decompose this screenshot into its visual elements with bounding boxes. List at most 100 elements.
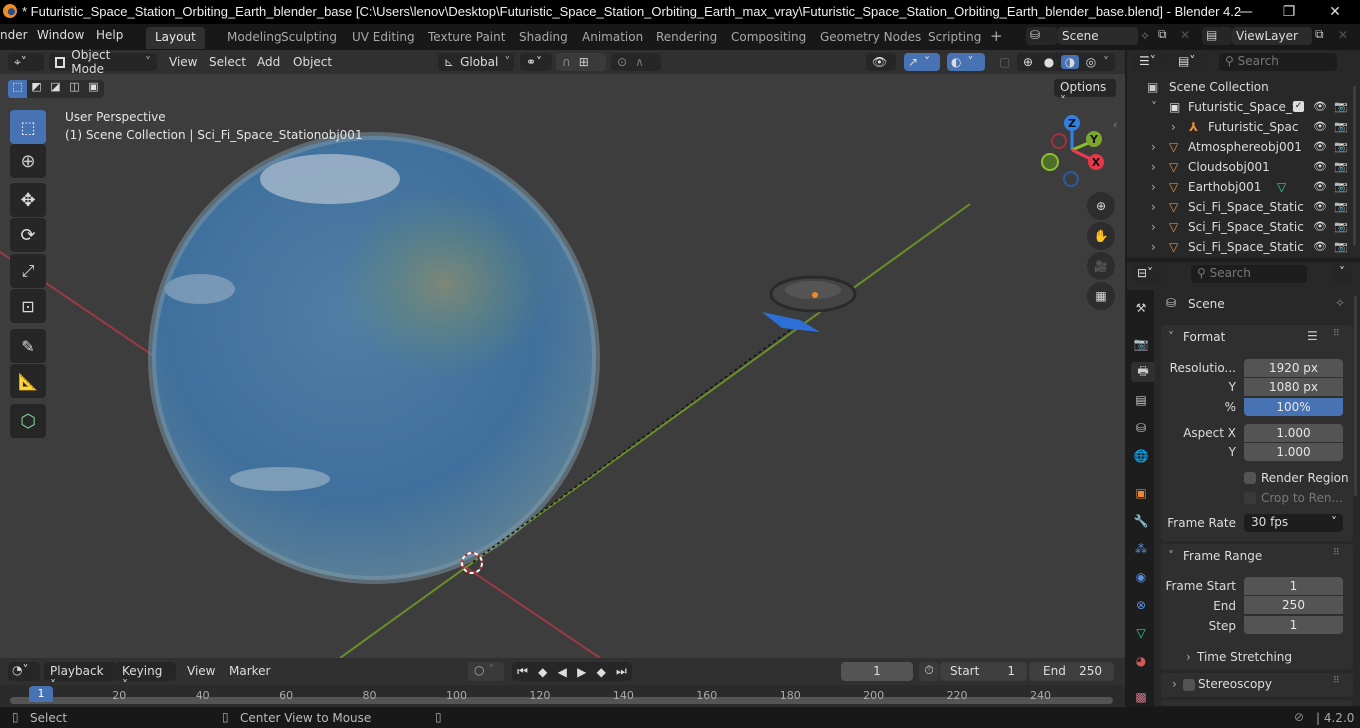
expand-chevron-icon[interactable]: › (1151, 220, 1156, 234)
render-tab-icon[interactable]: 📷 (1131, 334, 1151, 354)
expand-chevron-icon[interactable]: › (1151, 140, 1156, 154)
keying-menu[interactable]: Keying ˅ (116, 662, 176, 692)
jump-start-icon[interactable]: ⏮ (517, 664, 528, 679)
expand-chevron-icon[interactable]: › (1151, 180, 1156, 194)
menu-help[interactable]: Help (96, 28, 123, 42)
frame-start-field[interactable]: 1 (1244, 577, 1343, 595)
stereoscopy-checkbox[interactable] (1183, 679, 1195, 691)
camera-view-button[interactable]: 🎥 (1087, 252, 1115, 280)
menu-select[interactable]: Select (209, 55, 246, 69)
eye-icon[interactable]: 👁 (1313, 240, 1327, 253)
outliner-search-input[interactable]: ⚲ Search (1219, 53, 1337, 71)
eye-icon[interactable]: 👁 (1313, 160, 1327, 173)
tool-move[interactable]: ✥ (10, 183, 46, 217)
outliner-row[interactable]: › ▽ Sci_Fi_Space_Static 👁 📷 (1127, 237, 1360, 257)
current-frame-field[interactable]: 1 (841, 662, 913, 681)
outliner-row[interactable]: › ▽ Atmosphereobj001 👁 📷 (1127, 137, 1360, 157)
time-stretching-expand-icon[interactable]: › (1186, 650, 1191, 664)
sidebar-toggle-icon[interactable]: ‹ (1113, 118, 1117, 131)
visibility-selectability-dropdown[interactable]: 👁 (866, 53, 896, 71)
delete-scene-icon[interactable]: ✕ (1180, 28, 1190, 42)
physics-tab-icon[interactable]: ◉ (1131, 567, 1151, 587)
view-layer-selector[interactable]: ▤ (1202, 27, 1232, 45)
expand-chevron-icon[interactable]: › (1171, 120, 1176, 134)
properties-scrollbar[interactable] (1354, 296, 1357, 496)
eye-icon[interactable]: 👁 (1313, 100, 1327, 113)
playback-menu[interactable]: Playback ˅ (44, 662, 116, 692)
zoom-button[interactable]: ⊕ (1087, 192, 1115, 220)
scene-selector[interactable]: ⛁ (1026, 27, 1058, 45)
end-frame-field[interactable]: End 250 (1029, 662, 1114, 681)
select-invert-icon[interactable]: ◫ (65, 80, 84, 98)
outliner-row[interactable]: ˅ ▣ Futuristic_Space_S ✓ 👁 📷 (1127, 97, 1360, 117)
next-keyframe-icon[interactable]: ◆ (597, 665, 606, 679)
orientation-dropdown[interactable]: ⊾ Global ˅ (438, 53, 514, 71)
view-layer-name-field[interactable]: ViewLayer (1232, 27, 1312, 45)
presets-icon[interactable]: ☰ (1307, 329, 1318, 343)
timeline-marker-menu[interactable]: Marker (229, 664, 270, 678)
properties-editor-type[interactable]: ⊟˅ (1133, 265, 1167, 283)
render-camera-icon[interactable]: 📷 (1334, 240, 1348, 253)
close-button[interactable]: ✕ (1312, 0, 1358, 24)
wireframe-shading-icon[interactable]: ⊕ (1019, 55, 1037, 69)
tab-scripting[interactable]: Scripting (919, 27, 990, 49)
play-icon[interactable]: ▶ (577, 665, 586, 679)
select-extend-icon[interactable]: ◩ (27, 80, 46, 98)
format-collapse-chevron-icon[interactable]: ˅ (1168, 330, 1174, 344)
format-panel-title[interactable]: Format (1183, 330, 1225, 344)
resolution-percent-field[interactable]: 100% (1244, 398, 1343, 416)
tool-measure[interactable]: 📐 (10, 364, 46, 398)
tab-sculpting[interactable]: Sculpting (272, 27, 346, 49)
auto-keying-toggle[interactable]: ○ ˅ (468, 662, 504, 681)
eye-icon[interactable]: 👁 (1313, 200, 1327, 213)
particles-tab-icon[interactable]: ⁂ (1131, 539, 1151, 559)
select-new-icon[interactable]: ⬚ (8, 80, 27, 98)
outliner-display-mode[interactable]: ☰˅ (1133, 53, 1171, 71)
tool-transform[interactable]: ⊡ (10, 289, 46, 323)
render-camera-icon[interactable]: 📷 (1334, 160, 1348, 173)
outliner-filter[interactable]: ▤˅ (1172, 53, 1206, 71)
properties-search-input[interactable]: ⚲ Search (1191, 265, 1307, 283)
stereoscopy-panel-title[interactable]: Stereoscopy (1198, 677, 1272, 691)
navigation-gizmo[interactable]: Z Y X (1030, 110, 1120, 190)
output-tab-icon[interactable]: 🖶 (1131, 362, 1155, 382)
3d-viewport[interactable]: User Perspective (1) Scene Collection | … (0, 74, 1125, 658)
ortho-toggle-button[interactable]: ▦ (1087, 282, 1115, 310)
new-view-layer-icon[interactable]: ⧉ (1315, 27, 1324, 42)
tool-tab-icon[interactable]: ⚒ (1131, 298, 1151, 318)
tool-cursor[interactable]: ⊕ (10, 144, 46, 178)
render-region-checkbox[interactable] (1244, 472, 1256, 484)
tab-layout[interactable]: Layout (146, 27, 205, 49)
pin-icon[interactable]: ✧ (1335, 296, 1345, 310)
pivot-point-dropdown[interactable]: ⚭˅ (520, 53, 552, 71)
snapping-toggle[interactable]: ∩ ⊞ (556, 53, 606, 71)
render-camera-icon[interactable]: 📷 (1334, 100, 1348, 113)
render-camera-icon[interactable]: 📷 (1334, 180, 1348, 193)
menu-object[interactable]: Object (293, 55, 332, 69)
outliner-row[interactable]: › ▽ Cloudsobj001 👁 📷 (1127, 157, 1360, 177)
drag-handle-icon[interactable]: ⠿ (1333, 548, 1340, 558)
aspect-y-field[interactable]: 1.000 (1244, 443, 1343, 461)
expand-chevron-icon[interactable]: › (1151, 160, 1156, 174)
eye-icon[interactable]: 👁 (1313, 220, 1327, 233)
timeline-view-menu[interactable]: View (187, 664, 215, 678)
jump-end-icon[interactable]: ⏭ (616, 664, 627, 679)
select-intersect-icon[interactable]: ▣ (84, 80, 103, 98)
outliner-row-scene-collection[interactable]: ▣ Scene Collection (1127, 77, 1360, 97)
drag-handle-icon[interactable]: ⠿ (1333, 676, 1340, 686)
render-camera-icon[interactable]: 📷 (1334, 140, 1348, 153)
modifier-tab-icon[interactable]: 🔧 (1131, 511, 1151, 531)
delete-view-layer-icon[interactable]: ✕ (1338, 28, 1348, 42)
new-scene-icon[interactable]: ⧉ (1158, 27, 1167, 42)
tab-animation[interactable]: Animation (573, 27, 652, 49)
resolution-y-field[interactable]: 1080 px (1244, 378, 1343, 396)
editor-type-button[interactable]: ⌖˅ (8, 53, 44, 71)
tab-rendering[interactable]: Rendering (647, 27, 726, 49)
solid-shading-icon[interactable]: ● (1040, 55, 1058, 69)
rendered-shading-icon[interactable]: ◎ (1082, 55, 1100, 69)
menu-add[interactable]: Add (257, 55, 280, 69)
overlays-toggle[interactable]: ◐ ˅ (947, 53, 985, 71)
frame-end-field[interactable]: 250 (1244, 596, 1343, 614)
render-camera-icon[interactable]: 📷 (1334, 220, 1348, 233)
world-tab-icon[interactable]: 🌐 (1131, 446, 1151, 466)
